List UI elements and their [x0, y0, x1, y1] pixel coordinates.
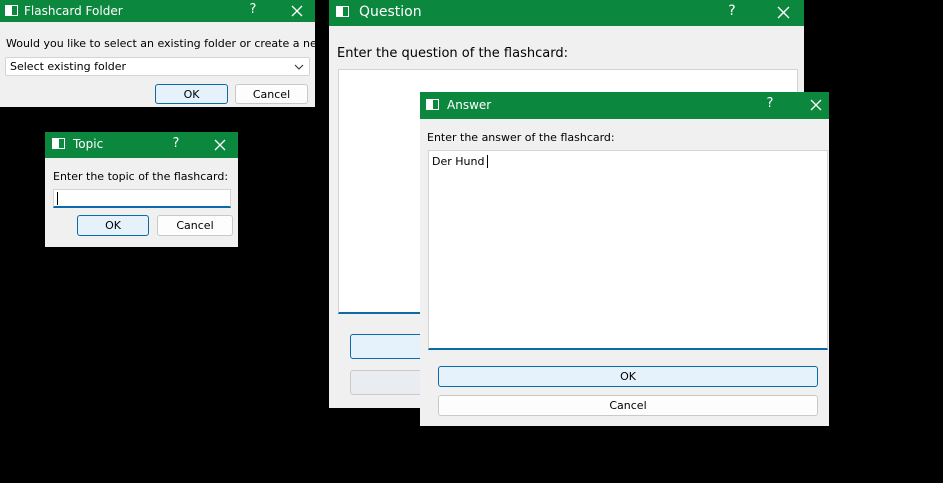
answer-ok-button[interactable]: OK	[438, 366, 818, 387]
close-icon	[810, 99, 822, 111]
text-caret	[487, 155, 488, 168]
folder-titlebar[interactable]: Flashcard Folder ?	[0, 0, 315, 22]
answer-text-value: Der Hund	[432, 155, 485, 168]
window-app-icon	[426, 99, 439, 110]
flashcard-folder-dialog: Flashcard Folder ? Would you like to sel…	[0, 0, 356, 107]
chevron-down-icon	[294, 64, 304, 70]
topic-prompt-label: Enter the topic of the flashcard:	[53, 170, 229, 183]
help-button[interactable]: ?	[169, 136, 183, 151]
question-titlebar[interactable]: Question ?	[329, 0, 804, 26]
folder-title: Flashcard Folder	[24, 4, 123, 18]
topic-titlebar[interactable]: Topic ?	[45, 132, 238, 158]
close-button[interactable]	[810, 99, 822, 111]
help-button[interactable]: ?	[725, 3, 739, 19]
topic-title: Topic	[73, 137, 104, 151]
help-button[interactable]: ?	[246, 2, 260, 17]
question-prompt-label: Enter the question of the flashcard:	[337, 46, 568, 61]
close-icon	[777, 6, 790, 19]
answer-cancel-button[interactable]: Cancel	[438, 395, 818, 416]
answer-prompt-label: Enter the answer of the flashcard:	[427, 131, 615, 144]
close-button[interactable]	[214, 139, 226, 151]
help-button[interactable]: ?	[763, 96, 777, 111]
topic-ok-button[interactable]: OK	[77, 215, 149, 236]
question-title: Question	[359, 4, 422, 20]
window-app-icon	[5, 5, 18, 16]
close-button[interactable]	[777, 6, 790, 19]
folder-cancel-button[interactable]: Cancel	[235, 84, 308, 104]
close-icon	[214, 139, 226, 151]
close-icon	[291, 5, 303, 17]
answer-text-area[interactable]: Der Hund	[428, 150, 828, 350]
topic-cancel-button[interactable]: Cancel	[157, 215, 233, 236]
folder-prompt-label: Would you like to select an existing fol…	[6, 37, 356, 50]
folder-ok-button[interactable]: OK	[155, 84, 228, 104]
topic-input[interactable]	[53, 189, 231, 208]
topic-dialog: Topic ? Enter the topic of the flashcard…	[45, 132, 238, 247]
window-app-icon	[336, 6, 349, 17]
text-caret	[57, 192, 58, 205]
folder-select-dropdown[interactable]: Select existing folder	[5, 57, 310, 76]
close-button[interactable]	[291, 5, 303, 17]
folder-select-value: Select existing folder	[10, 60, 127, 73]
answer-titlebar[interactable]: Answer ?	[420, 92, 829, 119]
answer-title: Answer	[447, 98, 492, 112]
window-app-icon	[52, 138, 65, 149]
answer-dialog: Answer ? Enter the answer of the flashca…	[420, 92, 829, 426]
